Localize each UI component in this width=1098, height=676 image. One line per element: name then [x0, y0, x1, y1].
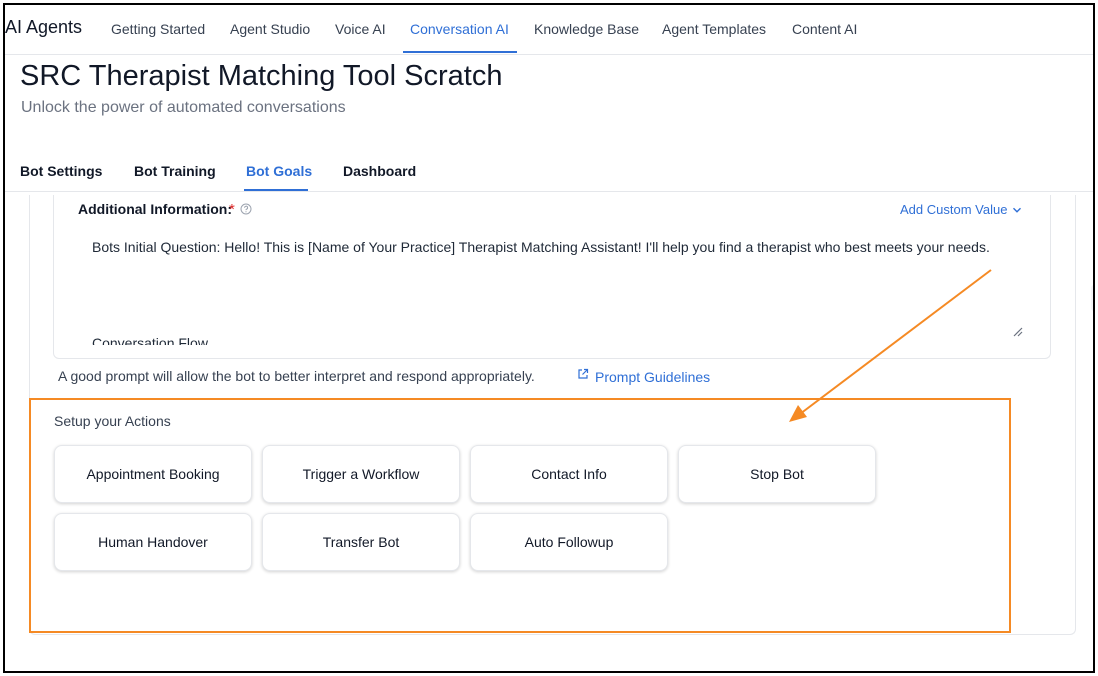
- nav-voice-ai[interactable]: Voice AI: [335, 21, 386, 37]
- nav-getting-started[interactable]: Getting Started: [111, 21, 205, 37]
- brand-title: AI Agents: [5, 17, 83, 37]
- actions-title: Setup your Actions: [54, 413, 171, 429]
- add-custom-value-button[interactable]: Add Custom Value: [900, 202, 1007, 217]
- transfer-bot-button[interactable]: Transfer Bot: [262, 513, 460, 571]
- additional-info-label: Additional Information:: [78, 201, 232, 217]
- prompt-guidelines-link[interactable]: Prompt Guidelines: [595, 369, 710, 385]
- page-title: SRC Therapist Matching Tool Scratch: [20, 60, 503, 92]
- nav-agent-studio[interactable]: Agent Studio: [230, 21, 310, 37]
- resize-handle-icon[interactable]: [1011, 325, 1023, 337]
- required-marker: *: [229, 201, 235, 218]
- tab-bot-goals[interactable]: Bot Goals: [246, 163, 312, 179]
- side-panel-toggle[interactable]: [1091, 285, 1093, 311]
- textarea-clipped-text: Conversation Flow: [92, 335, 208, 345]
- nav-active-indicator: [403, 51, 517, 53]
- tab-dashboard[interactable]: Dashboard: [343, 163, 416, 179]
- auto-followup-button[interactable]: Auto Followup: [470, 513, 668, 571]
- nav-content-ai[interactable]: Content AI: [792, 21, 857, 37]
- nav-knowledge-base[interactable]: Knowledge Base: [534, 21, 639, 37]
- textarea-content: Bots Initial Question: Hello! This is [N…: [92, 239, 990, 255]
- prompt-hint-text: A good prompt will allow the bot to bett…: [58, 368, 535, 384]
- textarea-clipped-line: Conversation Flow: [92, 331, 292, 345]
- external-link-icon[interactable]: [577, 368, 589, 380]
- top-navigation: AI Agents Getting Started Agent Studio V…: [5, 5, 1093, 55]
- tab-active-indicator: [244, 189, 308, 191]
- app-frame: AI Agents Getting Started Agent Studio V…: [3, 3, 1095, 673]
- tabs-divider: [5, 191, 1093, 192]
- nav-conversation-ai[interactable]: Conversation AI: [410, 21, 509, 37]
- appointment-booking-button[interactable]: Appointment Booking: [54, 445, 252, 503]
- tab-bot-training[interactable]: Bot Training: [134, 163, 216, 179]
- tab-bot-settings[interactable]: Bot Settings: [20, 163, 102, 179]
- human-handover-button[interactable]: Human Handover: [54, 513, 252, 571]
- trigger-workflow-button[interactable]: Trigger a Workflow: [262, 445, 460, 503]
- stop-bot-button[interactable]: Stop Bot: [678, 445, 876, 503]
- page-subtitle: Unlock the power of automated conversati…: [21, 99, 346, 116]
- additional-info-textarea[interactable]: Bots Initial Question: Hello! This is [N…: [77, 227, 1031, 345]
- contact-info-button[interactable]: Contact Info: [470, 445, 668, 503]
- question-circle-icon[interactable]: [240, 203, 252, 215]
- chevron-down-icon[interactable]: [1012, 205, 1022, 215]
- nav-agent-templates[interactable]: Agent Templates: [662, 21, 766, 37]
